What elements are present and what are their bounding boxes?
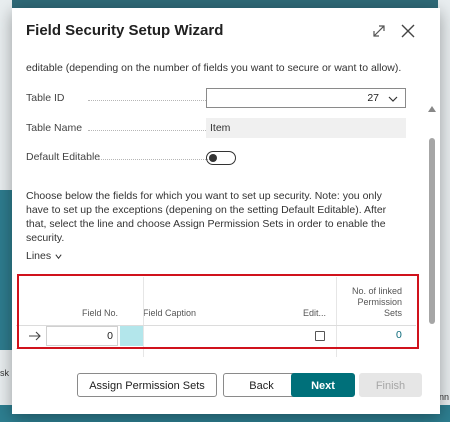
- column-header-linked-permission-sets[interactable]: No. of linked Permission Sets: [346, 286, 402, 319]
- table-name-field: Item: [206, 118, 406, 138]
- dialog-content: editable (depending on the number of fie…: [12, 52, 440, 370]
- arrow-right-icon: [29, 331, 41, 341]
- chevron-down-icon: [388, 96, 398, 102]
- table-id-value: 27: [367, 92, 379, 104]
- instructions-text: Choose below the fields for which you wa…: [26, 190, 387, 244]
- lines-label: Lines: [26, 250, 52, 262]
- lines-grid: Field No. Field Caption Edit... No. of l…: [16, 277, 416, 370]
- vertical-scrollbar[interactable]: [426, 104, 438, 370]
- dialog-footer: Assign Permission Sets Back Next Finish: [12, 370, 440, 414]
- column-header-field-no[interactable]: Field No.: [46, 308, 118, 319]
- chevron-down-icon: [55, 254, 62, 259]
- background-band: [0, 190, 12, 350]
- field-no-value: 0: [107, 330, 113, 342]
- toggle-knob: [209, 154, 217, 162]
- lines-section-toggle[interactable]: Lines: [26, 250, 63, 262]
- column-header-field-caption[interactable]: Field Caption: [143, 308, 223, 319]
- back-button[interactable]: Back: [223, 373, 300, 397]
- table-row-empty: [16, 348, 416, 360]
- assign-permission-sets-button[interactable]: Assign Permission Sets: [77, 373, 217, 397]
- table-row[interactable]: 0 0: [16, 325, 416, 349]
- background-page-left: sk: [0, 0, 12, 422]
- label-leader: [88, 100, 212, 101]
- label-leader: [88, 159, 212, 160]
- table-id-row: Table ID 27: [26, 88, 408, 110]
- next-button[interactable]: Next: [291, 373, 355, 397]
- field-lookup-cell[interactable]: [120, 326, 143, 346]
- table-name-label: Table Name: [26, 122, 83, 134]
- wizard-dialog: Field Security Setup Wizard editable (de…: [12, 8, 440, 414]
- editable-checkbox[interactable]: [315, 331, 325, 341]
- expand-icon[interactable]: [370, 22, 388, 40]
- default-editable-label: Default Editable: [26, 151, 101, 163]
- default-editable-row: Default Editable: [26, 147, 408, 169]
- field-no-cell[interactable]: 0: [46, 326, 118, 346]
- background-text-right: nn: [438, 392, 449, 402]
- background-text-left: sk: [0, 368, 9, 378]
- table-id-label: Table ID: [26, 92, 65, 104]
- finish-button[interactable]: Finish: [359, 373, 422, 397]
- label-leader: [88, 130, 212, 131]
- default-editable-toggle[interactable]: [206, 151, 236, 165]
- table-name-row: Table Name Item: [26, 118, 408, 140]
- dialog-title: Field Security Setup Wizard: [26, 22, 224, 39]
- grid-header: Field No. Field Caption Edit... No. of l…: [16, 277, 416, 325]
- column-header-editable[interactable]: Edit...: [286, 308, 326, 319]
- table-name-value: Item: [210, 122, 231, 134]
- scrollbar-thumb[interactable]: [429, 138, 435, 324]
- scroll-up-icon[interactable]: [428, 106, 436, 112]
- table-id-select[interactable]: 27: [206, 88, 406, 108]
- linked-permission-sets-value[interactable]: 0: [396, 329, 402, 341]
- intro-text: editable (depending on the number of fie…: [26, 62, 402, 74]
- close-icon[interactable]: [399, 22, 417, 40]
